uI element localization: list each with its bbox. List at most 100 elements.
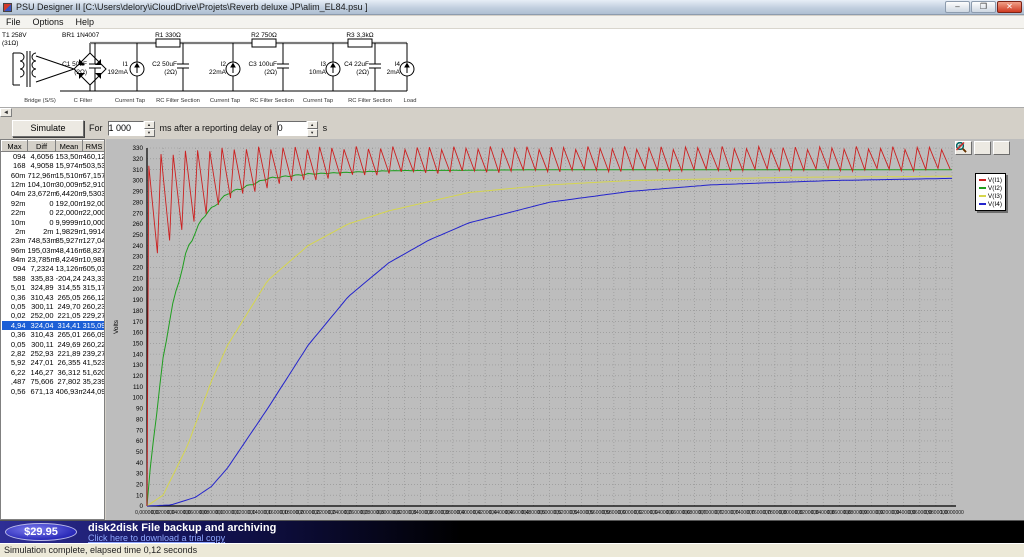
- table-row[interactable]: 0947,232413,126m605,03m: [2, 264, 104, 273]
- readings-table-panel[interactable]: MaxDiffMeanRMS 0944,6056153,50m460,12m16…: [0, 139, 105, 520]
- duration-input[interactable]: [107, 120, 144, 136]
- waveform-plot[interactable]: 0102030405060708090100110120130140150160…: [106, 139, 1024, 520]
- table-row[interactable]: 5,92 247,01 26,355 41,523: [2, 358, 104, 367]
- table-row[interactable]: 588 335,83 -204,24 243,33: [2, 274, 104, 283]
- svg-text:310: 310: [132, 167, 143, 174]
- section-label: RC Filter Section: [156, 98, 200, 104]
- minimize-button[interactable]: –: [945, 1, 970, 13]
- c3-label: C3 100uF: [248, 61, 277, 68]
- i2-current-label: 22mA: [209, 69, 227, 76]
- table-row[interactable]: 2m2m1,9829m1,9914m: [2, 227, 104, 236]
- i1-current-label: 192mA: [107, 69, 128, 76]
- zoom-reset-button[interactable]: [955, 141, 1010, 155]
- table-row[interactable]: 10m09,9999m10,000m: [2, 217, 104, 227]
- close-button[interactable]: ✕: [997, 1, 1022, 13]
- column-header-mean[interactable]: Mean: [55, 140, 83, 152]
- table-row[interactable]: 0,02 252,00 221,05 229,27: [2, 311, 104, 320]
- resistor-r3[interactable]: [347, 38, 373, 48]
- series-V(I1): [146, 144, 951, 507]
- svg-text:120: 120: [132, 373, 143, 380]
- chart-panel[interactable]: 0 10 20 30 40 50 60 70 80 90 100 110 120 130 140 150 160…: [106, 139, 1024, 520]
- current-source-i2[interactable]: [225, 43, 241, 91]
- c1-impedance-label: (2Ω): [74, 69, 87, 76]
- section-label: Current Tap: [115, 98, 145, 104]
- table-row[interactable]: 92m0192,00m192,00m: [2, 199, 104, 208]
- duration-spin-down-icon[interactable]: ▼: [143, 128, 155, 137]
- maximize-button[interactable]: ❐: [971, 1, 996, 13]
- i3-label: I3: [321, 61, 327, 68]
- svg-text:70: 70: [136, 427, 144, 434]
- c4-label: C4 22uF: [344, 61, 369, 68]
- table-row[interactable]: 0,05 300,11 249,69 260,22: [2, 339, 104, 349]
- table-row[interactable]: 0944,6056153,50m460,12m: [2, 152, 104, 161]
- table-row[interactable]: 6,22 146,27 36,312 51,620: [2, 368, 104, 377]
- table-row[interactable]: 0,56 671,13 406,93m 244,09: [2, 386, 104, 396]
- resistor-r1[interactable]: [155, 38, 181, 48]
- status-bar: Simulation complete, elapsed time 0,12 s…: [0, 543, 1024, 557]
- menu-file[interactable]: File: [0, 17, 27, 27]
- title-bar[interactable]: PSU Designer II [C:\Users\delory\iCloudD…: [0, 0, 1024, 15]
- legend-item: V(I1): [978, 176, 1002, 184]
- svg-text:150: 150: [132, 340, 143, 347]
- ad-download-link[interactable]: Click here to download a trial copy: [88, 533, 225, 543]
- current-source-i3[interactable]: [325, 43, 341, 91]
- delay-spin-down-icon[interactable]: ▼: [306, 128, 318, 137]
- table-row[interactable]: 12m104,10m30,009m52,910m: [2, 180, 104, 189]
- section-label: RC Filter Section: [250, 98, 294, 104]
- table-row[interactable]: 0,05 300,11 249,70 260,23: [2, 302, 104, 311]
- i4-label: I4: [395, 61, 401, 68]
- table-row[interactable]: 84m23,785m8,4249m10,981m: [2, 255, 104, 264]
- load-source-i4[interactable]: [399, 43, 415, 91]
- table-row[interactable]: 0,36 310,43 265,01 266,09: [2, 330, 104, 339]
- svg-text:230: 230: [132, 254, 143, 261]
- simulate-button[interactable]: Simulate: [12, 119, 84, 137]
- column-header-diff[interactable]: Diff: [27, 140, 56, 152]
- table-row[interactable]: 1684,905815,974m503,53m: [2, 161, 104, 170]
- delay-input[interactable]: [276, 120, 307, 136]
- r2-label: R2 750Ω: [251, 32, 277, 39]
- section-label: C Filter: [74, 98, 93, 104]
- scroll-left-button[interactable]: ◄: [0, 108, 12, 117]
- svg-text:20: 20: [136, 482, 144, 489]
- schematic-panel[interactable]: T1 258V (31Ω) BR1 1N4007 C1 50uF (2Ω) I1…: [0, 29, 1024, 107]
- table-row[interactable]: 23m748,53m85,927m127,04m: [2, 236, 104, 245]
- svg-text:290: 290: [132, 189, 143, 196]
- schematic-scrollbar[interactable]: ◄: [0, 107, 1024, 117]
- current-source-i1[interactable]: [129, 43, 145, 91]
- table-row[interactable]: 2,82 252,93 221,89 239,27: [2, 349, 104, 358]
- column-header-max[interactable]: Max: [1, 140, 28, 152]
- svg-text:1,0000000: 1,0000000: [940, 510, 964, 516]
- transformer-symbol[interactable]: [12, 51, 75, 87]
- table-row[interactable]: 04m23,672m6,4420m9,5303m: [2, 189, 104, 198]
- table-row[interactable]: 22m022,000m22,000m: [2, 208, 104, 217]
- svg-text:50: 50: [136, 449, 144, 456]
- resistor-r2[interactable]: [251, 38, 277, 48]
- series-V(I4): [146, 177, 952, 507]
- table-row[interactable]: 4,94 324,04 314,41 315,09: [1, 320, 104, 331]
- chart-legend: V(I1) V(I2) V(I3) V(I4): [974, 173, 1006, 211]
- table-row[interactable]: 5,01 324,89 314,55 315,17: [2, 283, 104, 292]
- column-header-rms[interactable]: RMS: [82, 140, 104, 152]
- capacitor-c4[interactable]: [369, 43, 381, 91]
- r3-label: R3 3,3kΩ: [346, 32, 373, 39]
- legend-item: V(I3): [978, 192, 1002, 200]
- table-row[interactable]: 0,36 310,43 265,05 266,12: [2, 292, 104, 302]
- table-row[interactable]: 60m712,96m15,510m67,157m: [2, 170, 104, 180]
- svg-text:80: 80: [136, 416, 144, 423]
- legend-color-dash: [978, 203, 986, 205]
- menu-help[interactable]: Help: [70, 17, 101, 27]
- capacitor-c3[interactable]: [277, 43, 289, 91]
- t1-impedance-label: (31Ω): [2, 40, 18, 47]
- simulate-toolbar: Simulate For ▲ ▼ ms after a reporting de…: [0, 117, 1024, 139]
- c2-impedance-label: (2Ω): [164, 69, 177, 76]
- delay-spin-up-icon[interactable]: ▲: [306, 120, 318, 129]
- legend-item: V(I2): [978, 184, 1002, 192]
- zoom-out-button[interactable]: [955, 141, 991, 155]
- svg-text:220: 220: [132, 265, 143, 272]
- table-row[interactable]: 96m195,03m48,416m68,827m: [2, 246, 104, 255]
- capacitor-c2[interactable]: [177, 43, 189, 91]
- status-text: Simulation complete, elapsed time 0,12 s…: [4, 545, 198, 555]
- duration-spin-up-icon[interactable]: ▲: [143, 120, 155, 129]
- menu-options[interactable]: Options: [27, 17, 70, 27]
- table-row[interactable]: ,487 75,606 27,802 35,239: [2, 377, 104, 386]
